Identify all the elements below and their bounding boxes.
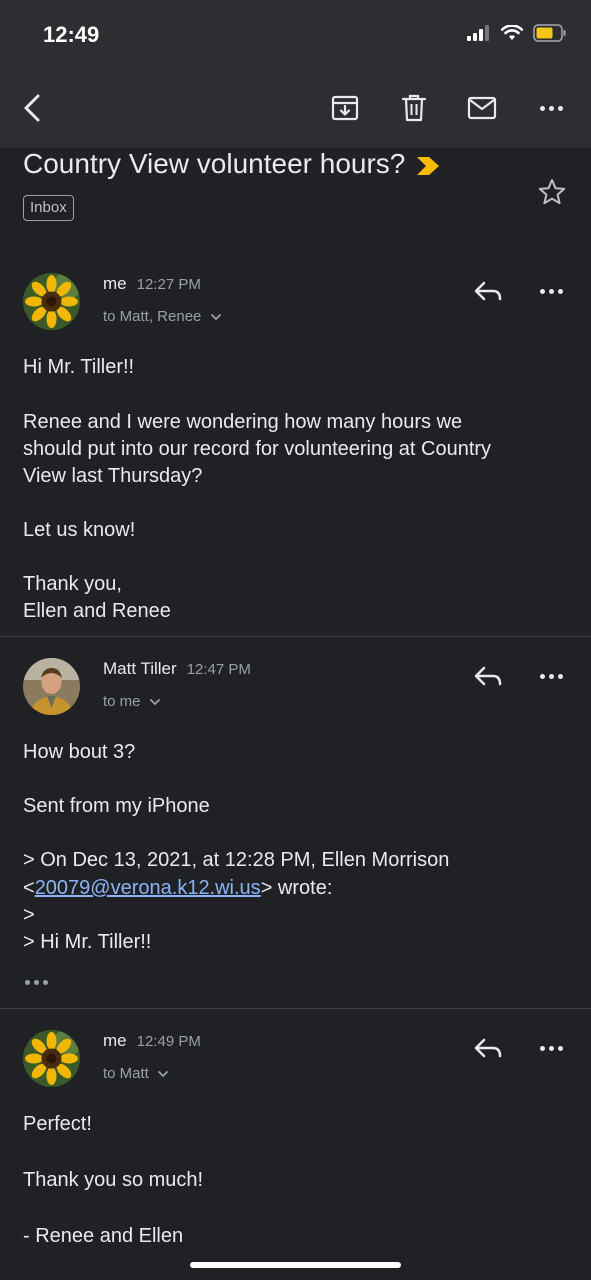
recipients-toggle[interactable]: to Matt, Renee [103, 308, 222, 325]
body-line: should put into our record for volunteer… [23, 438, 492, 460]
subject-text: Country View volunteer hours? [23, 148, 406, 179]
message-more-button[interactable] [535, 275, 567, 307]
wifi-icon [501, 25, 523, 40]
body-line: Renee and I were wondering how many hour… [23, 411, 463, 433]
chevron-down-icon [210, 314, 221, 321]
recipients-toggle[interactable]: to Matt [103, 1065, 169, 1082]
delete-button[interactable] [396, 90, 432, 126]
back-button[interactable] [14, 90, 50, 126]
chevron-down-icon [158, 1071, 168, 1078]
recipients-text: to Matt, Renee [103, 308, 202, 325]
body-line: Perfect! [23, 1113, 92, 1135]
message-time: 12:47 PM [186, 661, 251, 678]
subject-area: Country View volunteer hours? Inbox [0, 148, 591, 248]
home-indicator[interactable] [190, 1262, 401, 1268]
body-line: Thank you so much! [23, 1169, 204, 1191]
body-line: > [23, 904, 35, 926]
more-options-button[interactable] [533, 90, 569, 126]
inbox-label[interactable]: Inbox [23, 195, 74, 221]
trash-icon [401, 94, 427, 122]
message-time: 12:49 PM [136, 1033, 201, 1050]
mail-icon [467, 96, 497, 120]
body-line: Let us know! [23, 519, 136, 541]
recipients-text: to me [103, 693, 141, 710]
body-line: How bout 3? [23, 741, 136, 763]
message-divider [0, 1008, 591, 1009]
ellipsis-icon [25, 980, 48, 985]
body-line: Hi Mr. Tiller!! [23, 356, 135, 378]
toolbar [0, 70, 591, 148]
signal-icon [467, 25, 489, 41]
avatar[interactable] [23, 1030, 80, 1087]
show-trimmed-content-button[interactable] [25, 980, 48, 985]
status-time: 12:49 [43, 22, 100, 47]
reply-icon[interactable] [472, 1033, 504, 1065]
sender-line: Matt Tiller 12:47 PM [103, 659, 251, 679]
message-divider [0, 636, 591, 637]
chevron-down-icon [149, 699, 160, 706]
reply-icon[interactable] [472, 276, 504, 308]
status-icons [467, 24, 567, 42]
sender-line: me 12:27 PM [103, 274, 201, 294]
more-icon [539, 1045, 563, 1051]
message-more-button[interactable] [535, 660, 567, 692]
recipients-toggle[interactable]: to me [103, 693, 161, 710]
avatar[interactable] [23, 273, 80, 330]
avatar[interactable] [23, 658, 80, 715]
email-link[interactable]: 20079@verona.k12.wi.us [35, 877, 261, 899]
archive-button[interactable] [327, 90, 363, 126]
quote-open: < [23, 877, 35, 899]
mark-unread-button[interactable] [464, 90, 500, 126]
recipients-text: to Matt [103, 1065, 149, 1082]
sender-name: me [103, 274, 127, 293]
body-line: View last Thursday? [23, 465, 203, 487]
sender-line: me 12:49 PM [103, 1031, 201, 1051]
body-line: Sent from my iPhone [23, 795, 210, 817]
message-more-button[interactable] [535, 1032, 567, 1064]
more-icon [539, 288, 563, 294]
more-icon [539, 673, 563, 679]
sender-name: me [103, 1031, 127, 1050]
back-icon [24, 94, 40, 122]
person-avatar-icon [23, 658, 80, 715]
body-line: Thank you, [23, 573, 122, 595]
subject-line: Country View volunteer hours? [23, 148, 441, 180]
quote-wrote: > wrote: [260, 877, 333, 899]
body-line: > On Dec 13, 2021, at 12:28 PM, Ellen Mo… [23, 849, 450, 871]
body-line: Ellen and Renee [23, 600, 171, 622]
archive-icon [331, 95, 359, 121]
star-icon[interactable] [538, 178, 566, 206]
status-bar: 12:49 [0, 0, 591, 70]
message-time: 12:27 PM [136, 276, 201, 293]
body-line-with-link: <20079@verona.k12.wi.us> wrote: [23, 877, 332, 900]
sender-name: Matt Tiller [103, 659, 177, 678]
battery-icon [533, 24, 566, 42]
body-line: - Renee and Ellen [23, 1225, 184, 1247]
body-line: > Hi Mr. Tiller!! [23, 931, 152, 953]
reply-icon[interactable] [472, 661, 504, 693]
sunflower-avatar-icon [23, 1030, 80, 1087]
sunflower-avatar-icon [23, 273, 80, 330]
importance-marker-icon[interactable] [415, 155, 441, 177]
more-icon [539, 105, 563, 111]
